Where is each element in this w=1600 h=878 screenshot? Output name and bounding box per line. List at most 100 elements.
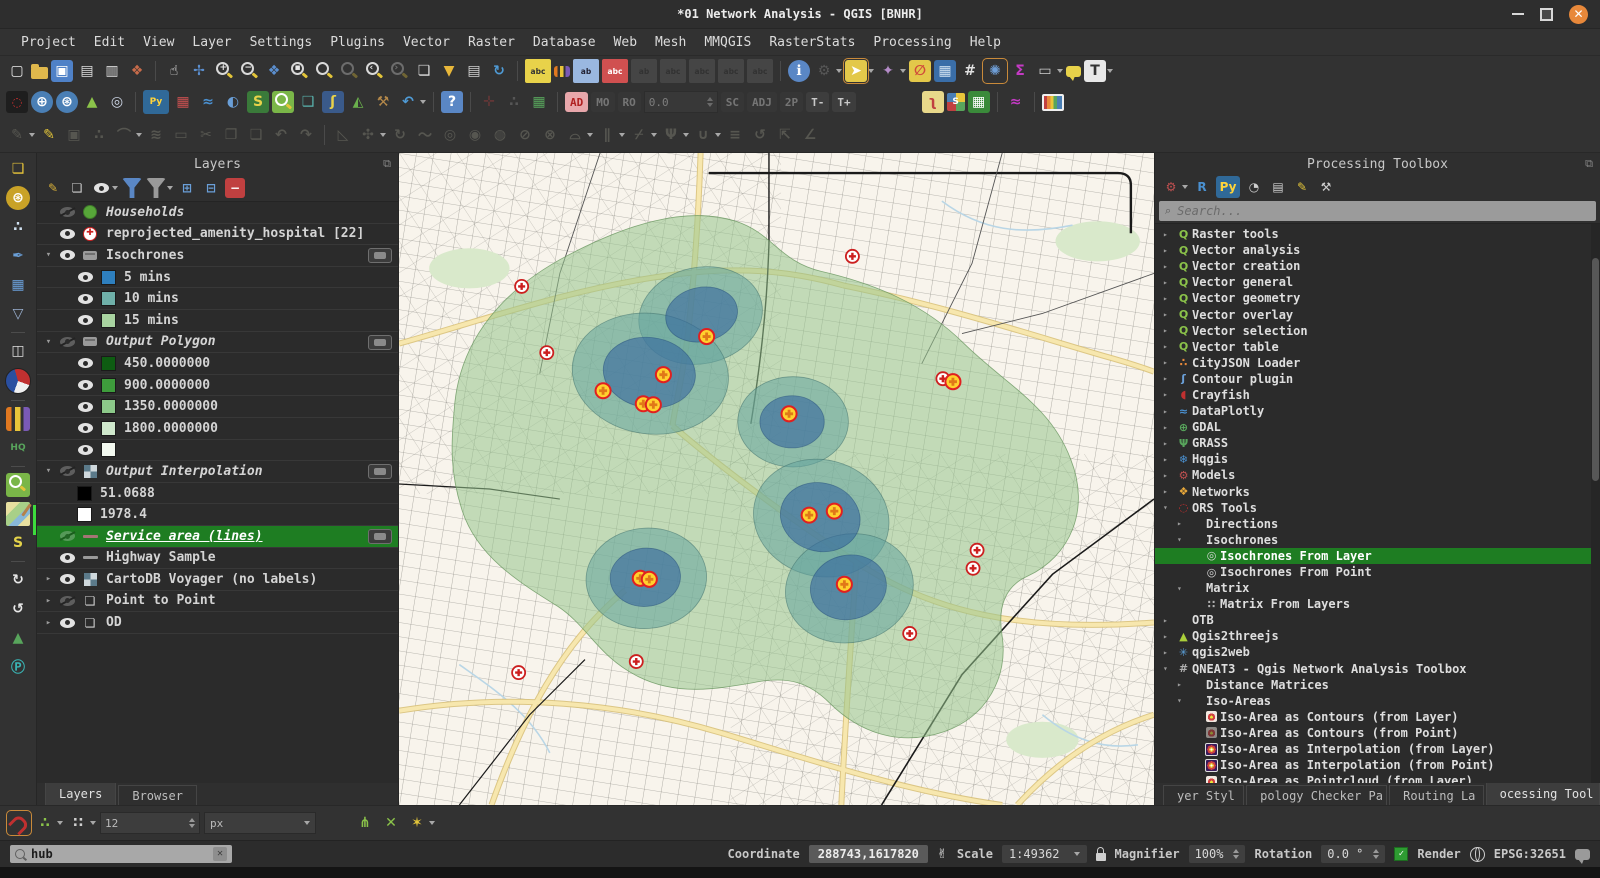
- visibility-toggle[interactable]: [78, 272, 93, 282]
- expander-icon[interactable]: ▸: [42, 596, 55, 606]
- expander-icon[interactable]: ▸: [1163, 246, 1175, 255]
- layer-row-5-mins[interactable]: 5 mins: [37, 267, 398, 289]
- offset-curve-button[interactable]: ∥: [596, 124, 618, 146]
- go2streetview-button[interactable]: S: [247, 91, 269, 113]
- layer-indicator-badge[interactable]: [368, 248, 392, 263]
- text-annotation-button[interactable]: T: [1084, 60, 1106, 82]
- ad-button-button[interactable]: AD: [565, 92, 588, 112]
- r-scripts-button[interactable]: R: [1192, 177, 1212, 197]
- expander-icon[interactable]: ▸: [1163, 310, 1175, 319]
- mo-button-button[interactable]: MO: [591, 92, 614, 112]
- refresh-map-button[interactable]: ↻: [488, 60, 510, 82]
- dataplotly-button[interactable]: ≈: [197, 91, 219, 113]
- expander-icon[interactable]: ▸: [1163, 439, 1175, 448]
- algorithm-row-vector-geometry[interactable]: ▸QVector geometry: [1155, 290, 1600, 306]
- build-tool-button[interactable]: ⚒: [372, 91, 394, 113]
- t-plus-button-button[interactable]: T+: [832, 92, 855, 112]
- undock-icon[interactable]: ⧉: [383, 157, 391, 171]
- algorithm-row-cityjson-loader[interactable]: ▸∴CityJSON Loader: [1155, 355, 1600, 371]
- layer-row-15-mins[interactable]: 15 mins: [37, 310, 398, 332]
- expander-icon[interactable]: ▸: [1163, 616, 1175, 625]
- undo-edits-button[interactable]: ↶: [270, 124, 292, 146]
- manage-map-themes-button[interactable]: [91, 178, 111, 198]
- expander-icon[interactable]: ▸: [1163, 471, 1175, 480]
- expander-icon[interactable]: ▸: [1163, 294, 1175, 303]
- visibility-toggle[interactable]: [78, 423, 93, 433]
- add-virtual-layer-button[interactable]: ▽: [6, 302, 30, 326]
- layer-row-service-area-lines[interactable]: Service area (lines): [37, 526, 398, 548]
- help-contents-button[interactable]: ?: [441, 91, 463, 113]
- adj-button-button[interactable]: ADJ: [747, 92, 777, 112]
- pan-map-button[interactable]: ☝: [163, 60, 185, 82]
- paste-features-button[interactable]: ❏: [245, 124, 267, 146]
- dropdown-caret[interactable]: [619, 133, 625, 137]
- refresh-table-button[interactable]: ▦: [528, 91, 550, 113]
- menu-edit[interactable]: Edit: [85, 33, 134, 52]
- layer-row-isochrones[interactable]: ▾Isochrones: [37, 245, 398, 267]
- algorithm-row-isochrones[interactable]: ▾Isochrones: [1155, 532, 1600, 548]
- search-layers-button[interactable]: ◎: [106, 91, 128, 113]
- algorithm-row-vector-overlay[interactable]: ▸QVector overlay: [1155, 306, 1600, 322]
- expander-icon[interactable]: ▾: [1163, 664, 1175, 673]
- algorithm-row-crayfish[interactable]: ▸◖Crayfish: [1155, 387, 1600, 403]
- expander-icon[interactable]: ▸: [1163, 230, 1175, 239]
- sld4raster-button[interactable]: S: [947, 93, 965, 111]
- menu-vector[interactable]: Vector: [394, 33, 459, 52]
- algorithm-row-distance-matrices[interactable]: ▸Distance Matrices: [1155, 677, 1600, 693]
- add-web-layer-button[interactable]: ⊛: [6, 186, 30, 210]
- menu-rasterstats[interactable]: RasterStats: [760, 33, 864, 52]
- snapping-tolerance-button[interactable]: 12: [100, 812, 200, 834]
- layer-row-highway-sample[interactable]: Highway Sample: [37, 548, 398, 570]
- visibility-toggle[interactable]: [60, 596, 75, 606]
- algorithm-row-iso-area-as-interpolation-from-layer[interactable]: Iso-Area as Interpolation (from Layer): [1155, 741, 1600, 757]
- clinic-marker[interactable]: [967, 562, 980, 575]
- algorithm-row-directions[interactable]: ▸Directions: [1155, 516, 1600, 532]
- expander-icon[interactable]: ▸: [1163, 278, 1175, 287]
- menu-view[interactable]: View: [134, 33, 183, 52]
- dock-tab-routing-la[interactable]: Routing La: [1389, 785, 1483, 805]
- layer-row-output-polygon[interactable]: ▾Output Polygon: [37, 332, 398, 354]
- algorithm-row-qgis2web[interactable]: ▸✳qgis2web: [1155, 644, 1600, 660]
- visibility-toggle[interactable]: [78, 380, 93, 390]
- zoom-to-selection-button[interactable]: ▪: [288, 60, 310, 82]
- locator-input[interactable]: hub ✕: [10, 845, 232, 863]
- algorithm-row-vector-general[interactable]: ▸QVector general: [1155, 274, 1600, 290]
- layer-indicator-badge[interactable]: [368, 335, 392, 350]
- hospital-marker[interactable]: [596, 383, 611, 398]
- maximize-button[interactable]: [1540, 8, 1553, 21]
- snapping-mode-vertex-button[interactable]: ∴: [34, 812, 56, 834]
- select-features-button[interactable]: ➤: [845, 60, 867, 82]
- dropdown-caret[interactable]: [683, 133, 689, 137]
- expander-icon[interactable]: ▾: [1177, 696, 1189, 705]
- models-menu-button[interactable]: ⚙: [1161, 177, 1181, 197]
- algorithm-row-dataplotly[interactable]: ▸≈DataPlotly: [1155, 403, 1600, 419]
- layer-row-10-mins[interactable]: 10 mins: [37, 288, 398, 310]
- layer-row-item[interactable]: [37, 440, 398, 462]
- expander-icon[interactable]: ▸: [1163, 374, 1175, 383]
- visibility-toggle[interactable]: [60, 466, 75, 476]
- collapse-all-button[interactable]: ⊟: [201, 178, 221, 198]
- algorithm-row-vector-analysis[interactable]: ▸QVector analysis: [1155, 242, 1600, 258]
- algorithm-row-models[interactable]: ▸⚙Models: [1155, 467, 1600, 483]
- hospital-marker[interactable]: [642, 572, 657, 587]
- quickmapservices-button[interactable]: [6, 502, 30, 526]
- dock-tab-layers[interactable]: Layers: [45, 782, 116, 805]
- rotate-point-symbols-button[interactable]: ↺: [749, 124, 771, 146]
- algorithm-row-iso-area-as-contours-from-layer[interactable]: Iso-Area as Contours (from Layer): [1155, 709, 1600, 725]
- layer-indicator-badge[interactable]: [368, 529, 392, 544]
- algorithm-row-qneat3-qgis-network-analysis-toolbox[interactable]: ▾#QNEAT3 - Qgis Network Analysis Toolbox: [1155, 661, 1600, 677]
- redo-edits-button[interactable]: ↷: [295, 124, 317, 146]
- add-vertex-button[interactable]: ∴: [88, 124, 110, 146]
- deselect-features-button[interactable]: ∅: [909, 60, 931, 82]
- rotate-feature-button[interactable]: ↻: [389, 124, 411, 146]
- qgis2threejs-button[interactable]: ▲: [81, 91, 103, 113]
- clinic-marker[interactable]: [515, 280, 528, 293]
- undo-map-button[interactable]: ↶: [397, 91, 419, 113]
- 2p-button-button[interactable]: 2P: [780, 92, 803, 112]
- dropdown-caret[interactable]: [587, 133, 593, 137]
- highlight-labels-button[interactable]: abc: [602, 59, 628, 83]
- zoom-next-button[interactable]: ›: [388, 60, 410, 82]
- expander-icon[interactable]: ▸: [1163, 262, 1175, 271]
- osm-place-search-button[interactable]: [272, 91, 294, 113]
- split-parts-button[interactable]: Ψ: [660, 124, 682, 146]
